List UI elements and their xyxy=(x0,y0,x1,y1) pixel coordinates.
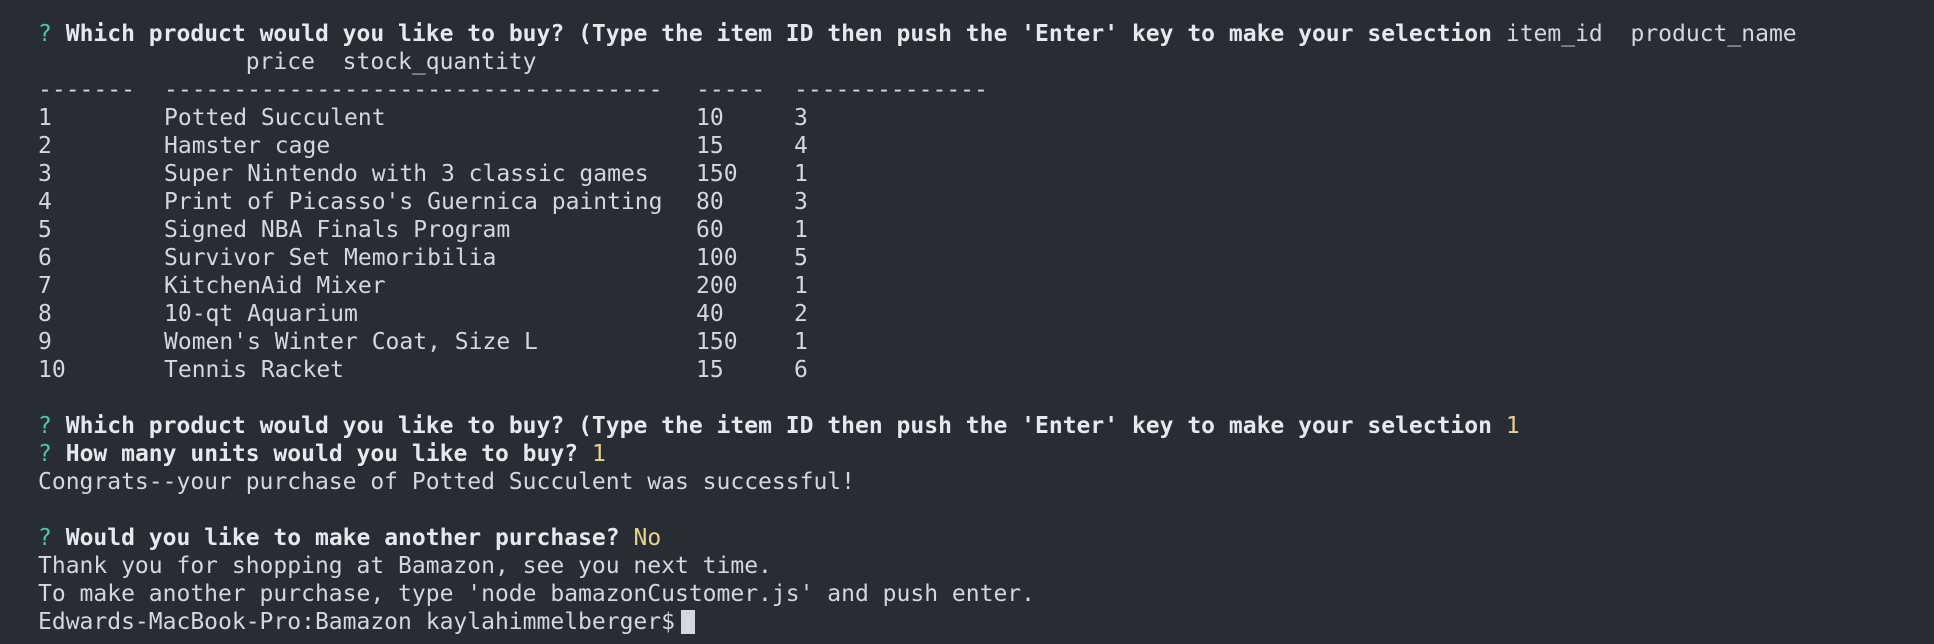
prompt-symbol: ? xyxy=(38,413,52,439)
stock-quantity: 3 xyxy=(794,105,808,131)
text-cursor[interactable] xyxy=(680,610,695,634)
price: 15 xyxy=(696,133,724,159)
product-name: KitchenAid Mixer xyxy=(164,273,386,299)
prompt-line-units: ? How many units would you like to buy? … xyxy=(38,440,1934,468)
table-row: 2 Hamster cage 15 4 xyxy=(38,132,1934,160)
product-name: 10-qt Aquarium xyxy=(164,301,358,327)
price: 15 xyxy=(696,357,724,383)
table-row: 7 KitchenAid Mixer 200 1 xyxy=(38,272,1934,300)
item-id: 4 xyxy=(38,189,52,215)
price: 150 xyxy=(696,161,738,187)
item-id: 7 xyxy=(38,273,52,299)
table-row: 9 Women's Winter Coat, Size L 150 1 xyxy=(38,328,1934,356)
product-name: Women's Winter Coat, Size L xyxy=(164,329,538,355)
table-row: 5 Signed NBA Finals Program 60 1 xyxy=(38,216,1934,244)
stock-quantity: 1 xyxy=(794,273,808,299)
stock-quantity: 1 xyxy=(794,161,808,187)
price: 200 xyxy=(696,273,738,299)
question-product: Which product would you like to buy? (Ty… xyxy=(65,21,1492,47)
stock-quantity: 3 xyxy=(794,189,808,215)
separator-col-4: -------------- xyxy=(794,77,988,103)
answer-product-id: 1 xyxy=(1505,413,1520,439)
product-name: Signed NBA Finals Program xyxy=(164,217,511,243)
separator-col-2: ------------------------------------ xyxy=(164,77,663,103)
prompt-line-product-answer: ? Which product would you like to buy? (… xyxy=(38,412,1934,440)
item-id: 9 xyxy=(38,329,52,355)
price: 100 xyxy=(696,245,738,271)
stock-quantity: 1 xyxy=(794,217,808,243)
product-name: Tennis Racket xyxy=(164,357,345,383)
stock-quantity: 1 xyxy=(794,329,808,355)
table-header-wrap-2: price stock_quantity xyxy=(38,49,537,75)
price: 40 xyxy=(696,301,724,327)
shell-prompt-line[interactable]: Edwards-MacBook-Pro:Bamazon kaylahimmelb… xyxy=(38,608,1934,636)
item-id: 8 xyxy=(38,301,52,327)
product-name: Super Nintendo with 3 classic games xyxy=(164,161,649,187)
thanks-message: Thank you for shopping at Bamazon, see y… xyxy=(38,553,772,579)
stock-quantity: 2 xyxy=(794,301,808,327)
stock-quantity: 4 xyxy=(794,133,808,159)
table-row: 8 10-qt Aquarium 40 2 xyxy=(38,300,1934,328)
price: 10 xyxy=(696,105,724,131)
prompt-symbol: ? xyxy=(38,525,52,551)
question-units: How many units would you like to buy? xyxy=(65,441,579,467)
item-id: 10 xyxy=(38,357,66,383)
price: 60 xyxy=(696,217,724,243)
price: 150 xyxy=(696,329,738,355)
product-name: Print of Picasso's Guernica painting xyxy=(164,189,663,215)
congrats-message: Congrats--your purchase of Potted Succul… xyxy=(38,469,855,495)
stock-quantity: 6 xyxy=(794,357,808,383)
table-separator: ------- --------------------------------… xyxy=(38,76,1934,104)
product-name: Hamster cage xyxy=(164,133,331,159)
item-id: 6 xyxy=(38,245,52,271)
question-product: Which product would you like to buy? (Ty… xyxy=(65,413,1492,439)
terminal-window[interactable]: ? Which product would you like to buy? (… xyxy=(0,0,1934,644)
prompt-symbol: ? xyxy=(38,441,52,467)
item-id: 5 xyxy=(38,217,52,243)
prompt-line-product: ? Which product would you like to buy? (… xyxy=(38,20,1934,48)
product-name: Survivor Set Memoribilia xyxy=(164,245,497,271)
separator-col-3: ----- xyxy=(696,77,766,103)
item-id: 2 xyxy=(38,133,52,159)
item-id: 3 xyxy=(38,161,52,187)
table-row: 1 Potted Succulent 10 3 xyxy=(38,104,1934,132)
table-row: 4 Print of Picasso's Guernica painting 80 3 xyxy=(38,188,1934,216)
answer-another-purchase: No xyxy=(633,525,662,551)
instructions-message: To make another purchase, type 'node bam… xyxy=(38,581,1035,607)
question-another-purchase: Would you like to make another purchase? xyxy=(65,525,620,551)
stock-quantity: 5 xyxy=(794,245,808,271)
prompt-symbol: ? xyxy=(38,21,52,47)
answer-units: 1 xyxy=(591,441,606,467)
table-row: 6 Survivor Set Memoribilia 100 5 xyxy=(38,244,1934,272)
product-name: Potted Succulent xyxy=(164,105,386,131)
price: 80 xyxy=(696,189,724,215)
separator-col-1: ------- xyxy=(38,77,135,103)
prompt-line-another: ? Would you like to make another purchas… xyxy=(38,524,1934,552)
item-id: 1 xyxy=(38,105,52,131)
table-row: 3 Super Nintendo with 3 classic games 150 1 xyxy=(38,160,1934,188)
table-row: 10 Tennis Racket 15 6 xyxy=(38,356,1934,384)
table-header-wrap-1: item_id product_name xyxy=(1505,21,1797,47)
shell-prompt: Edwards-MacBook-Pro:Bamazon kaylahimmelb… xyxy=(38,609,675,635)
